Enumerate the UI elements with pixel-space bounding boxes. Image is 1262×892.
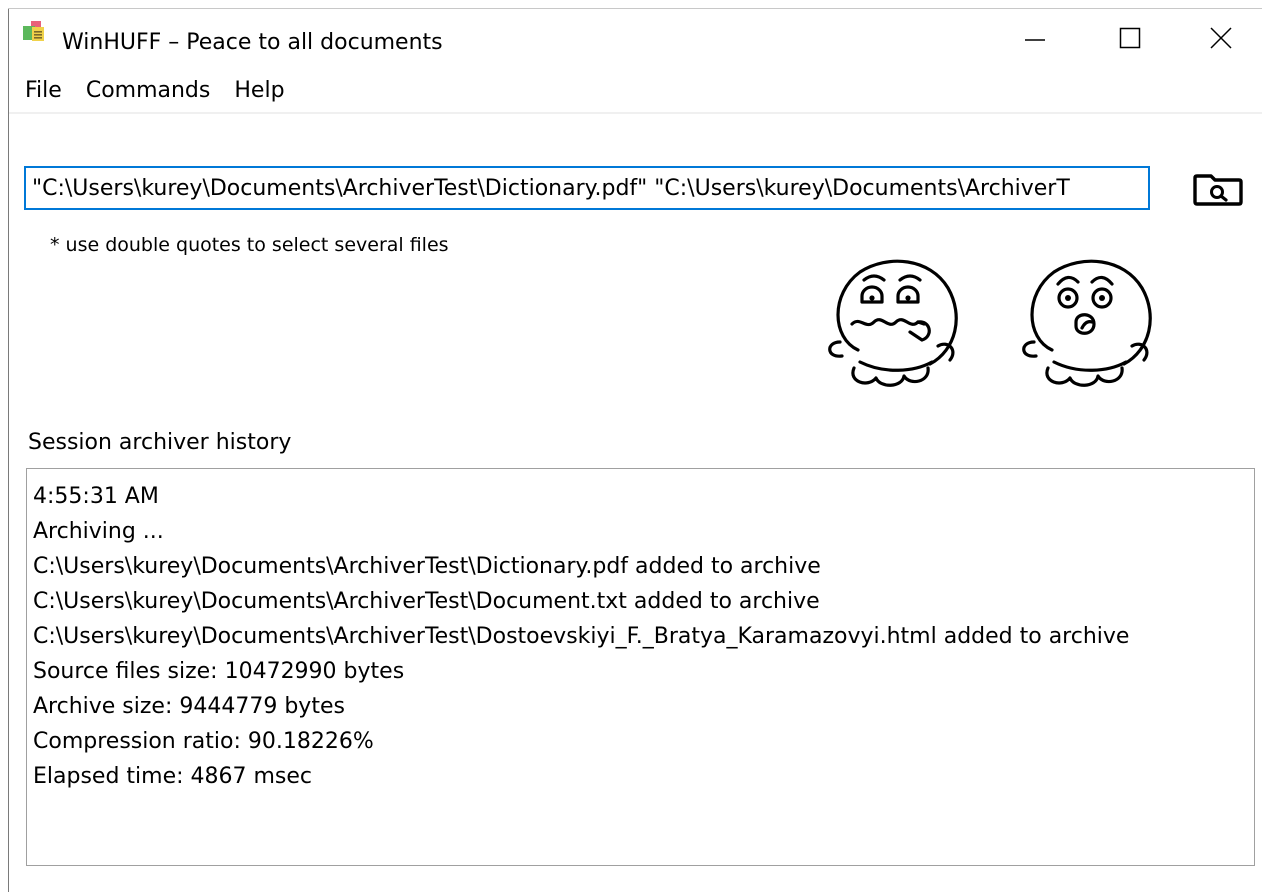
history-line: C:\Users\kurey\Documents\ArchiverTest\Do… [33,624,1130,649]
history-line: Archive size: 9444779 bytes [33,694,345,719]
menu-bar: File Commands Help [9,74,297,110]
minimize-button[interactable] [1000,10,1070,65]
menu-help[interactable]: Help [222,74,296,110]
menu-file[interactable]: File [9,74,74,110]
winhuff-app-icon [20,20,46,42]
worried-face-icon [818,250,968,392]
history-log[interactable]: 4:55:31 AM Archiving ... C:\Users\kurey\… [26,468,1255,866]
magnifier-folder-icon [1193,174,1243,206]
history-line: Archiving ... [33,519,164,544]
surprised-face-icon [1012,250,1162,392]
history-line: Compression ratio: 90.18226% [33,729,374,754]
maximize-icon [1119,27,1141,48]
minimize-icon [1025,38,1045,41]
menu-commands[interactable]: Commands [74,74,223,110]
history-line: Elapsed time: 4867 msec [33,764,313,789]
history-label: Session archiver history [28,430,292,455]
close-icon [1210,26,1232,49]
file-input-hint: * use double quotes to select several fi… [50,234,449,256]
maximize-button[interactable] [1095,10,1165,65]
history-line: Source files size: 10472990 bytes [33,659,405,684]
browse-button[interactable] [1190,165,1246,211]
history-line: C:\Users\kurey\Documents\ArchiverTest\Do… [33,589,820,614]
window-title: WinHUFF – Peace to all documents [62,30,443,55]
window-border-left [8,8,9,892]
file-path-input[interactable] [24,166,1150,210]
history-line: 4:55:31 AM [33,484,159,509]
close-button[interactable] [1186,10,1256,65]
history-line: C:\Users\kurey\Documents\ArchiverTest\Di… [33,554,821,579]
screen-top-strip [0,0,1262,8]
menu-separator [9,112,1262,114]
